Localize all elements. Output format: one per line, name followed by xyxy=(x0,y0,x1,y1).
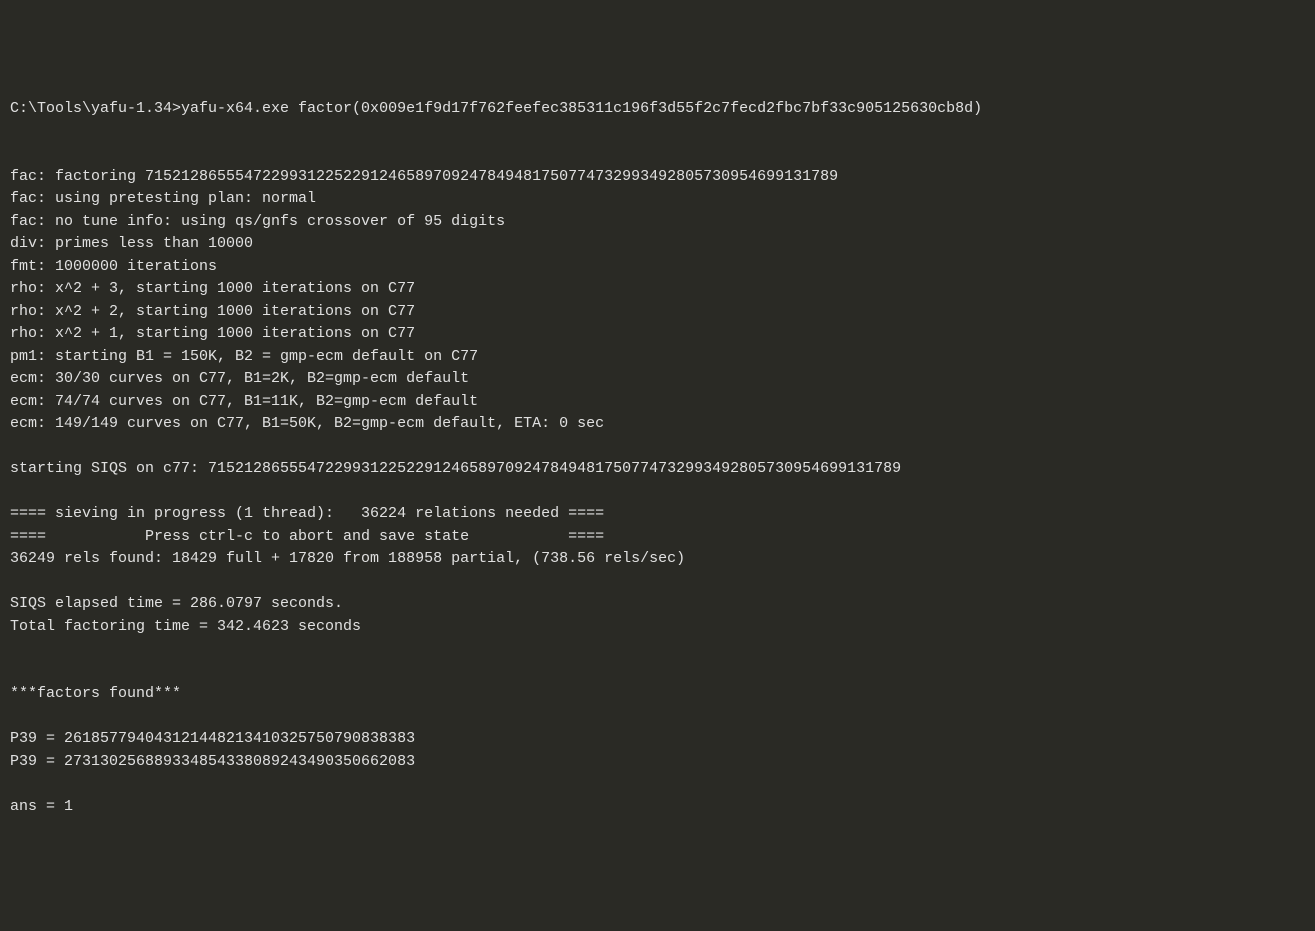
output-line: ans = 1 xyxy=(10,798,73,815)
output-line: fac: factoring 7152128655547229931225229… xyxy=(10,168,838,185)
output-line: SIQS elapsed time = 286.0797 seconds. xyxy=(10,595,343,612)
output-line: ==== sieving in progress (1 thread): 362… xyxy=(10,505,604,522)
output-line: rho: x^2 + 3, starting 1000 iterations o… xyxy=(10,280,415,297)
terminal-output[interactable]: C:\Tools\yafu-1.34>yafu-x64.exe factor(0… xyxy=(10,98,1305,818)
output-line: pm1: starting B1 = 150K, B2 = gmp-ecm de… xyxy=(10,348,478,365)
output-line: ecm: 149/149 curves on C77, B1=50K, B2=g… xyxy=(10,415,604,432)
output-line: div: primes less than 10000 xyxy=(10,235,253,252)
output-line: P39 = 2731302568893348543380892434903506… xyxy=(10,753,415,770)
output-line: 36249 rels found: 18429 full + 17820 fro… xyxy=(10,550,685,567)
command: yafu-x64.exe factor(0x009e1f9d17f762feef… xyxy=(181,100,982,117)
output-line: Total factoring time = 342.4623 seconds xyxy=(10,618,361,635)
output-line: starting SIQS on c77: 715212865554722993… xyxy=(10,460,901,477)
prompt-path: C:\Tools\yafu-1.34> xyxy=(10,100,181,117)
output-line: ecm: 30/30 curves on C77, B1=2K, B2=gmp-… xyxy=(10,370,469,387)
output-line: fmt: 1000000 iterations xyxy=(10,258,217,275)
output-line: P39 = 2618577940431214482134103257507908… xyxy=(10,730,415,747)
output-line: ***factors found*** xyxy=(10,685,181,702)
output-line: fac: no tune info: using qs/gnfs crossov… xyxy=(10,213,505,230)
output-line: rho: x^2 + 2, starting 1000 iterations o… xyxy=(10,303,415,320)
output-line: rho: x^2 + 1, starting 1000 iterations o… xyxy=(10,325,415,342)
output-line: ecm: 74/74 curves on C77, B1=11K, B2=gmp… xyxy=(10,393,478,410)
output-line: ==== Press ctrl-c to abort and save stat… xyxy=(10,528,604,545)
prompt-line: C:\Tools\yafu-1.34>yafu-x64.exe factor(0… xyxy=(10,100,982,117)
output-line: fac: using pretesting plan: normal xyxy=(10,190,316,207)
